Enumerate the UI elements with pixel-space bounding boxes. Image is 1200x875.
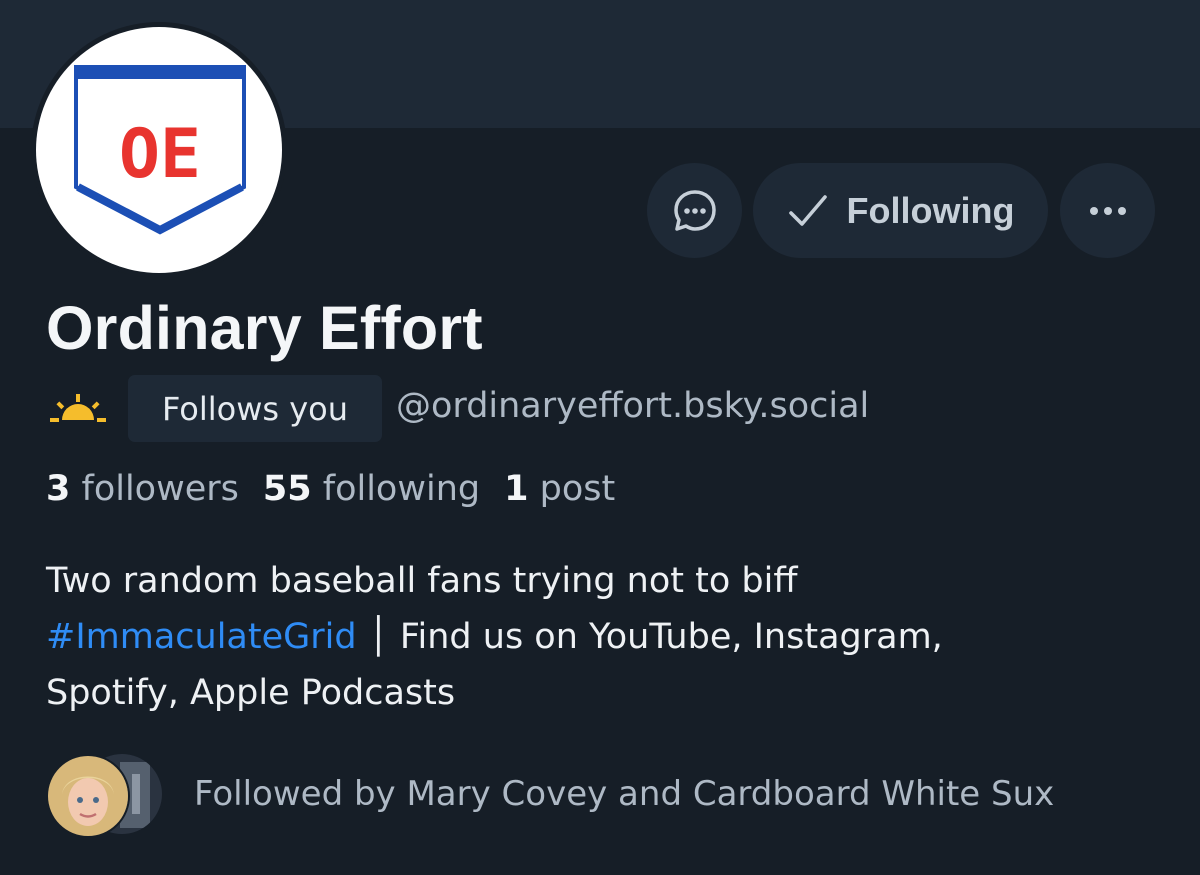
profile-handle: @ordinaryeffort.bsky.social [396,386,870,426]
followers-label: followers [81,469,239,509]
following-button-label: Following [846,189,1015,231]
check-icon [788,194,827,226]
chat-bubble-icon [673,189,716,231]
following-button[interactable]: Following [753,163,1048,258]
bio-line-2-text: │ Find us on YouTube, Instagram, [367,617,943,657]
bio-line-3: Spotify, Apple Podcasts [46,673,456,713]
oe-logo: OE [74,65,246,235]
sunrise-icon [50,394,106,422]
follower-avatar-mary-covey [46,754,130,838]
followed-by-text: Followed by Mary Covey and Cardboard Whi… [194,774,1055,814]
svg-text:OE: OE [119,115,201,194]
posts-count: 1 [504,469,529,509]
followers-stat[interactable]: 3 followers [46,469,239,509]
more-options-button[interactable] [1060,163,1155,258]
more-dots-icon [1089,206,1126,215]
following-count: 55 [262,469,312,509]
profile-stats: 3 followers 55 following 1 post [46,469,639,509]
posts-label: post [539,469,616,509]
profile-bio: Two random baseball fans trying not to b… [46,553,1166,721]
display-name: Ordinary Effort [46,294,483,362]
bio-line-2: #ImmaculateGrid │ Find us on YouTube, In… [46,609,1166,665]
bio-line-1: Two random baseball fans trying not to b… [46,561,798,601]
following-label: following [322,469,481,509]
profile-avatar[interactable]: OE [31,22,287,278]
following-stat[interactable]: 55 following [263,469,480,509]
message-button[interactable] [647,163,742,258]
posts-stat: 1 post [504,469,615,509]
follows-you-badge: Follows you [128,375,382,442]
hashtag-link[interactable]: #ImmaculateGrid [46,617,357,657]
followers-count: 3 [46,469,71,509]
